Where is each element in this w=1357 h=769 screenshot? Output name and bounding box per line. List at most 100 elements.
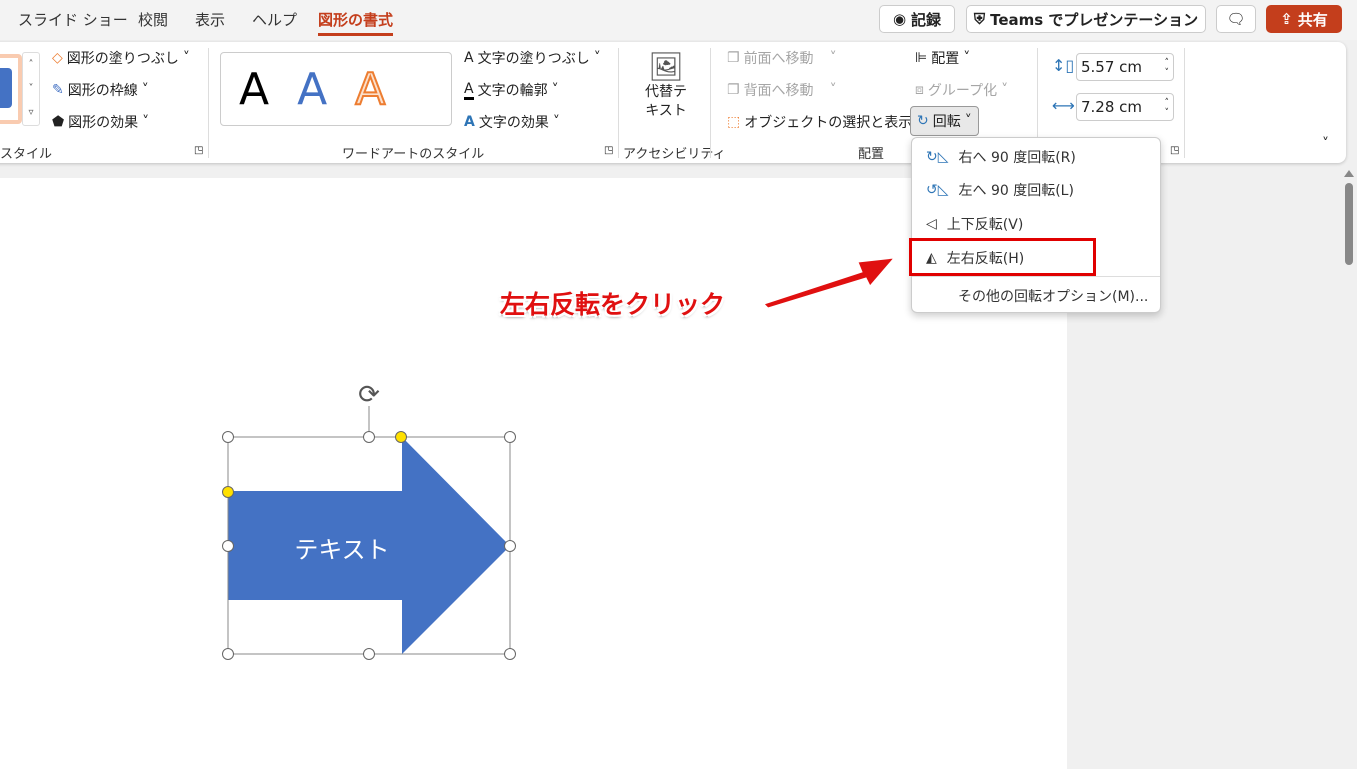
adjust-handle[interactable] [395, 431, 407, 443]
rotate-right-icon: ↻◺ [926, 149, 949, 165]
comments-button[interactable]: 🗨 [1216, 5, 1256, 33]
tab-help[interactable]: ヘルプ [252, 9, 297, 30]
tab-slideshow[interactable]: スライド ショー [18, 9, 128, 30]
spinner-arrows[interactable]: ˄ ˅ [1165, 98, 1170, 118]
teams-present-button[interactable]: ⛨ Teams でプレゼンテーション [966, 5, 1206, 33]
share-button[interactable]: ⇪ 共有 [1266, 5, 1342, 33]
width-icon: ⟷ [1052, 96, 1075, 115]
resize-handle[interactable] [363, 648, 375, 660]
flip-vertical-icon: ◁ [926, 216, 937, 232]
effects-icon: ⬟ [52, 114, 65, 130]
shape-style-gallery[interactable] [0, 54, 22, 124]
group-label-wordart: ワードアートのスタイル [342, 147, 485, 162]
scroll-thumb[interactable] [1344, 183, 1353, 265]
record-button[interactable]: ◉ 記録 [879, 5, 955, 33]
tab-view[interactable]: 表示 [195, 9, 225, 30]
shape-effects-button[interactable]: ⬟ 図形の効果 ˅ [52, 112, 149, 132]
send-backward-label: 背面へ移動 [743, 83, 814, 99]
bring-forward-label: 前面へ移動 [743, 51, 814, 67]
menu-item-rotate-left-90[interactable]: ↺◺ 左へ 90 度回転(L) [912, 175, 1160, 205]
resize-handle[interactable] [504, 431, 516, 443]
menu-item-label: その他の回転オプション(M)... [958, 289, 1149, 305]
bring-forward-icon: ❐ [727, 50, 740, 66]
chevron-down-icon: ˅ [964, 113, 972, 129]
rotate-handle-icon[interactable]: ⟳ [358, 380, 380, 410]
comment-icon: 🗨 [1226, 10, 1246, 28]
dialog-launcher-icon[interactable]: ◳ [604, 145, 613, 156]
resize-handle[interactable] [504, 540, 516, 552]
width-input[interactable]: 7.28 cm ˄ ˅ [1076, 93, 1174, 121]
shape-text[interactable]: テキスト [228, 530, 456, 565]
chevron-down-icon: ˅ [829, 82, 837, 98]
align-button[interactable]: ⊫ 配置 ˅ [915, 48, 970, 68]
spinner-arrows[interactable]: ˄ ˅ [1165, 58, 1170, 78]
rotate-icon: ↻ [917, 113, 929, 129]
text-outline-icon: A [464, 81, 474, 100]
pen-icon: ✎ [52, 82, 64, 98]
chevron-down-icon: ˅ [829, 50, 837, 66]
menu-item-more-rotation-options[interactable]: その他の回転オプション(M)... [912, 281, 1160, 311]
text-outline-label: 文字の輪郭 [477, 83, 548, 99]
rotate-left-icon: ↺◺ [926, 182, 949, 198]
wordart-sample-black[interactable]: A [239, 64, 269, 115]
scroll-up-icon[interactable] [1343, 170, 1354, 177]
menu-separator [912, 276, 1160, 277]
slide-canvas[interactable] [0, 178, 1067, 769]
wordart-gallery[interactable]: A A A [220, 52, 452, 126]
tab-shape-format[interactable]: 図形の書式 [318, 9, 394, 36]
text-effects-icon: A [464, 114, 475, 130]
text-fill-button[interactable]: A 文字の塗りつぶし ˅ [464, 48, 601, 68]
selection-pane-icon: ⬚ [727, 114, 741, 130]
text-effects-label: 文字の効果 [478, 115, 549, 131]
collapse-ribbon-chevron-icon[interactable]: ˅ [1322, 136, 1329, 152]
wordart-sample-blue[interactable]: A [297, 64, 327, 115]
vertical-scrollbar[interactable] [1340, 168, 1357, 769]
height-value: 5.57 cm [1081, 58, 1143, 76]
selected-arrow-shape[interactable]: ⟳ [215, 380, 525, 670]
dialog-launcher-icon[interactable]: ◳ [1170, 145, 1179, 156]
menu-item-flip-vertical[interactable]: ◁ 上下反転(V) [912, 209, 1160, 239]
height-input[interactable]: 5.57 cm ˄ ˅ [1076, 53, 1174, 81]
menu-item-rotate-right-90[interactable]: ↻◺ 右へ 90 度回転(R) [912, 142, 1160, 172]
tab-review[interactable]: 校閲 [138, 9, 168, 30]
gallery-scroll[interactable]: ˄ ˅ ▿ [22, 52, 40, 126]
align-label: 配置 [931, 51, 960, 67]
shape-outline-button[interactable]: ✎ 図形の枠線 ˅ [52, 80, 149, 100]
rotate-button[interactable]: ↻ 回転 ˅ [910, 106, 979, 136]
bring-forward-button[interactable]: ❐ 前面へ移動 ˅ [727, 48, 837, 68]
wordart-sample-orange[interactable]: A [354, 63, 386, 116]
resize-handle[interactable] [222, 431, 234, 443]
text-fill-icon: A [464, 50, 474, 66]
resize-handle[interactable] [363, 431, 375, 443]
shape-fill-label: 図形の塗りつぶし [66, 51, 179, 67]
share-icon: ⇪ [1280, 10, 1293, 28]
group-label: グループ化 [927, 83, 998, 99]
group-button[interactable]: ⧈ グループ化 ˅ [915, 80, 1008, 100]
group-icon: ⧈ [915, 82, 924, 98]
highlight-box [909, 238, 1096, 276]
shape-outline-label: 図形の枠線 [67, 83, 138, 99]
adjust-handle[interactable] [222, 486, 234, 498]
selection-pane-button[interactable]: ⬚ オブジェクトの選択と表示 [727, 112, 912, 132]
annotation-arrow-icon [763, 257, 896, 309]
divider [618, 48, 619, 158]
text-effects-button[interactable]: A 文字の効果 ˅ [464, 112, 560, 132]
resize-handle[interactable] [222, 648, 234, 660]
height-icon: ↕▯ [1052, 56, 1075, 75]
menu-item-label: 右へ 90 度回転(R) [958, 150, 1076, 166]
divider [208, 48, 209, 158]
divider [710, 48, 711, 158]
menu-item-label: 左へ 90 度回転(L) [958, 183, 1074, 199]
chevron-down-icon: ˅ [182, 50, 190, 66]
dialog-launcher-icon[interactable]: ◳ [194, 145, 203, 156]
share-label: 共有 [1297, 10, 1328, 29]
alt-text-button[interactable]: 🖼 代替テ キスト [640, 50, 692, 121]
resize-handle[interactable] [222, 540, 234, 552]
send-backward-icon: ❐ [727, 82, 740, 98]
teams-icon: ⛨ [973, 10, 986, 28]
shape-fill-button[interactable]: ◇ 図形の塗りつぶし ˅ [52, 48, 190, 68]
text-outline-button[interactable]: A 文字の輪郭 ˅ [464, 80, 559, 100]
resize-handle[interactable] [504, 648, 516, 660]
send-backward-button[interactable]: ❐ 背面へ移動 ˅ [727, 80, 837, 100]
chevron-down-icon: ˅ [593, 50, 601, 66]
